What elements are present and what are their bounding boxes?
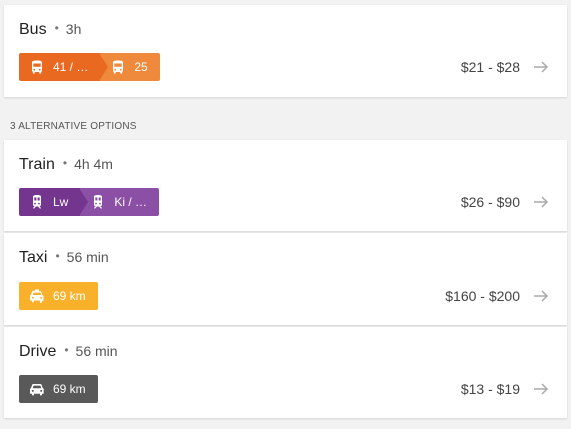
segment-bar: 69 km	[19, 282, 98, 310]
arrow-right-icon[interactable]	[533, 194, 549, 210]
route-title: Taxi • 56 min	[19, 249, 109, 267]
route-price: $26 - $90	[460, 194, 520, 210]
segment-bar: 69 km	[19, 375, 98, 403]
route-card-drive[interactable]: Drive • 56 min 69 km $13 - $19	[4, 327, 567, 418]
car-icon	[30, 384, 44, 396]
segment-train: Lw	[19, 188, 89, 216]
route-title: Bus • 3h	[19, 21, 81, 39]
train-icon	[33, 195, 41, 209]
arrow-right-icon[interactable]	[533, 288, 549, 304]
route-duration: 56 min	[66, 249, 109, 265]
train-icon	[94, 195, 103, 209]
route-title: Train • 4h 4m	[19, 156, 113, 174]
segment-bar: 41 / … 25	[19, 53, 160, 81]
route-mode: Bus	[19, 21, 47, 38]
segment-label: 25	[134, 60, 148, 74]
segment-bus: 25	[100, 53, 160, 81]
segment-label: 41 / …	[53, 60, 89, 74]
route-mode: Train	[19, 156, 55, 173]
segment-chevron	[99, 53, 109, 81]
segment-label: Ki / …	[114, 195, 148, 209]
route-duration: 4h 4m	[74, 156, 113, 172]
taxi-icon	[30, 289, 44, 303]
bus-icon	[32, 60, 42, 74]
segment-bar: Lw Ki / …	[19, 188, 160, 216]
route-card-train[interactable]: Train • 4h 4m Lw Ki / … $26 - $90	[4, 140, 567, 231]
segment-label: 69 km	[53, 382, 86, 396]
separator-dot: •	[54, 21, 59, 35]
segment-chevron	[79, 188, 89, 216]
route-card-bus[interactable]: Bus • 3h 41 / … 25 $21 - $28	[4, 5, 567, 97]
segment-taxi: 69 km	[19, 282, 98, 310]
segment-label: 69 km	[53, 289, 86, 303]
route-title: Drive • 56 min	[19, 343, 118, 361]
alternatives-header: 3 ALTERNATIVE OPTIONS	[10, 121, 137, 132]
arrow-right-icon[interactable]	[533, 59, 549, 75]
separator-dot: •	[55, 249, 60, 263]
route-duration: 3h	[65, 21, 82, 37]
route-price: $21 - $28	[460, 59, 520, 75]
route-duration: 56 min	[75, 343, 118, 359]
route-price: $13 - $19	[460, 381, 520, 397]
bus-icon	[113, 60, 124, 74]
segment-train: Ki / …	[80, 188, 160, 216]
route-price: $160 - $200	[445, 288, 520, 304]
route-mode: Drive	[19, 343, 57, 360]
segment-bus: 41 / …	[19, 53, 109, 81]
route-card-taxi[interactable]: Taxi • 56 min 69 km $160 - $200	[4, 233, 567, 325]
segment-car: 69 km	[19, 375, 98, 403]
route-mode: Taxi	[19, 249, 48, 266]
segment-label: Lw	[53, 195, 69, 209]
separator-dot: •	[64, 343, 69, 357]
arrow-right-icon[interactable]	[533, 381, 549, 397]
separator-dot: •	[62, 156, 68, 170]
